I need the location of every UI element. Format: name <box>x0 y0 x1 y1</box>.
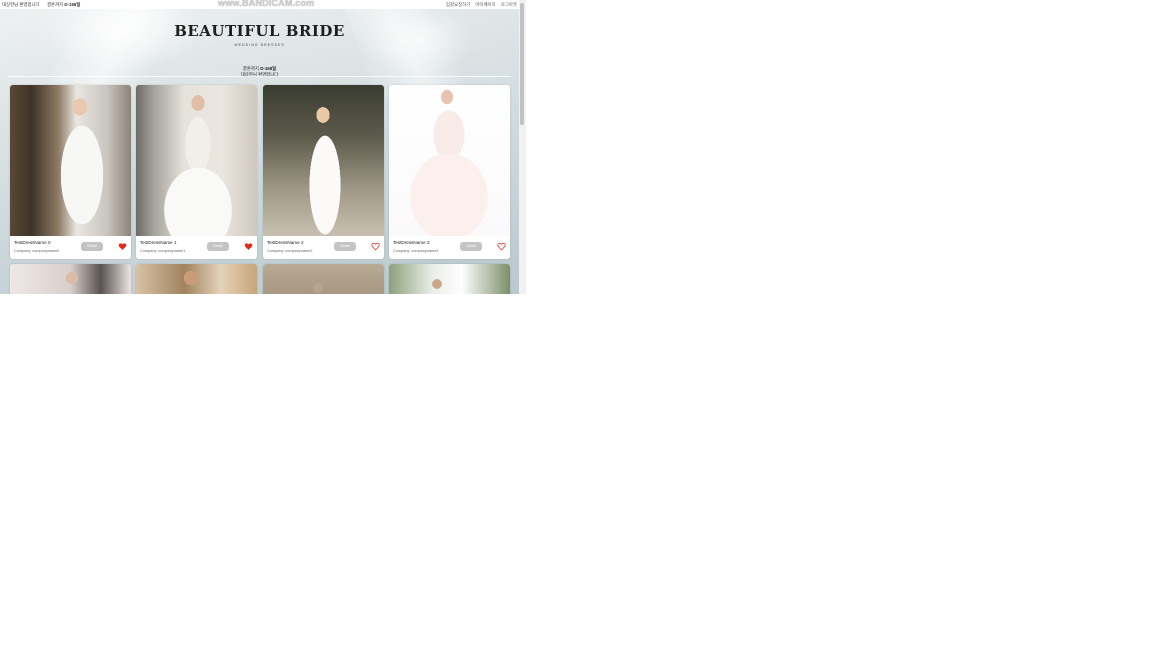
dress-name: TestDressName 0 <box>14 240 51 245</box>
detail-button[interactable]: Detail <box>81 242 103 251</box>
dress-photo[interactable] <box>263 264 384 294</box>
dday-text: 결혼까지 D-158일 <box>47 2 80 8</box>
dress-photo[interactable] <box>10 85 131 236</box>
site-logo[interactable]: BEAUTIFUL BRIDE <box>0 22 519 40</box>
dress-card[interactable] <box>136 264 257 294</box>
request-bid-link[interactable]: 입찰요청하기 <box>446 2 470 7</box>
dress-card[interactable]: TestDressName 2 Company: companyname2 De… <box>263 85 384 259</box>
detail-button[interactable]: Detail <box>207 242 229 251</box>
dress-company: Company: companyname2 <box>267 249 313 253</box>
dress-card[interactable]: TestDressName 3 Company: companyname3 De… <box>389 85 510 259</box>
dress-photo[interactable] <box>136 85 257 236</box>
divider <box>8 76 511 77</box>
dress-name: TestDressName 3 <box>393 240 430 245</box>
dress-photo[interactable] <box>136 264 257 294</box>
greeting-text: 대상현님 환영합니다 <box>2 2 40 7</box>
dress-photo[interactable] <box>389 264 510 294</box>
dress-photo[interactable] <box>10 264 131 294</box>
dday-value: D-158일 <box>64 2 81 7</box>
dress-company: Company: companyname3 <box>393 249 439 253</box>
top-bar: 대상현님 환영합니다 결혼까지 D-158일 www.BANDICAM.com … <box>0 0 519 9</box>
dress-card[interactable] <box>263 264 384 294</box>
dress-photo[interactable] <box>389 85 510 236</box>
dress-card[interactable]: TestDressName 0 Company: companyname0 De… <box>10 85 131 259</box>
watermark: www.BANDICAM.com <box>218 0 315 8</box>
dress-card[interactable] <box>10 264 131 294</box>
detail-button[interactable]: Detail <box>334 242 356 251</box>
detail-button[interactable]: Detail <box>460 242 482 251</box>
heart-outline-icon[interactable] <box>497 242 506 251</box>
dress-card[interactable]: TestDressName 1 Company: companyname1 De… <box>136 85 257 259</box>
mypage-link[interactable]: 마이페이지 <box>475 2 495 7</box>
notice-line-2: 대상현님 환영합니다 <box>240 72 279 77</box>
site-logo-subtitle: WEDDING DRESSES <box>234 43 285 47</box>
dress-name: TestDressName 1 <box>140 240 177 245</box>
notice-dday: D-158일 <box>260 66 277 71</box>
dress-name: TestDressName 2 <box>267 240 304 245</box>
scrollbar[interactable] <box>519 0 526 294</box>
heart-icon[interactable] <box>118 242 127 251</box>
notice-prefix: 결혼까지 <box>242 66 261 71</box>
dress-photo[interactable] <box>263 85 384 236</box>
dress-card[interactable] <box>389 264 510 294</box>
logout-link[interactable]: 로그아웃 <box>501 2 517 7</box>
top-links: 입찰요청하기 마이페이지 로그아웃 <box>442 2 517 8</box>
dday-prefix: 결혼까지 <box>47 2 65 7</box>
scrollbar-thumb[interactable] <box>520 3 524 125</box>
dress-company: Company: companyname1 <box>140 249 186 253</box>
heart-outline-icon[interactable] <box>371 242 380 251</box>
screenshot: 대상현님 환영합니다 결혼까지 D-158일 www.BANDICAM.com … <box>0 0 526 294</box>
heart-icon[interactable] <box>244 242 253 251</box>
dress-company: Company: companyname0 <box>14 249 60 253</box>
